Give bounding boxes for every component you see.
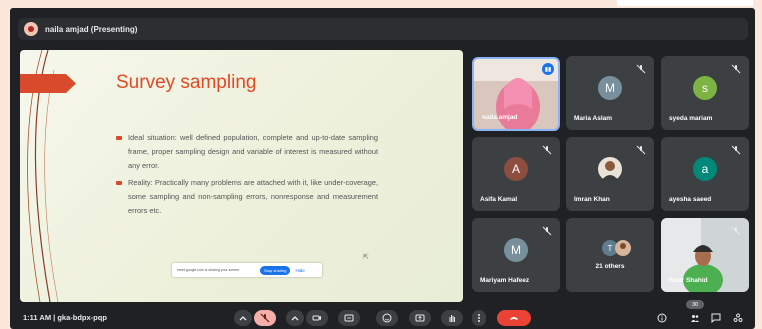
participant-avatar: A bbox=[504, 157, 528, 181]
emoji-reaction-button[interactable] bbox=[376, 310, 398, 326]
participant-name: naila amjad bbox=[482, 114, 518, 121]
mic-off-icon bbox=[731, 64, 741, 74]
participant-photo bbox=[598, 157, 622, 181]
mic-off-icon bbox=[260, 313, 270, 323]
participant-tile[interactable]: ▮▮ naila amjad bbox=[472, 57, 560, 131]
slide-bullet-list: Ideal situation: well defined population… bbox=[116, 131, 378, 221]
participant-name: Asifa Kamal bbox=[480, 196, 518, 203]
hand-icon bbox=[449, 315, 455, 322]
participant-name: Mariyam Hafeez bbox=[480, 277, 530, 284]
mic-off-icon bbox=[542, 145, 552, 155]
chevron-up-icon bbox=[291, 316, 299, 321]
others-count: 21 others bbox=[595, 263, 625, 270]
mic-off-icon bbox=[731, 226, 741, 236]
slide-title-arrow bbox=[20, 74, 76, 93]
emoji-icon bbox=[382, 313, 392, 323]
present-screen-button[interactable] bbox=[409, 310, 431, 326]
participant-tile[interactable]: Imran Khan bbox=[566, 137, 654, 211]
participant-tile[interactable]: s syeda mariam bbox=[661, 56, 749, 130]
chat-button[interactable] bbox=[710, 312, 722, 324]
slide-bullet: Reality: Practically many problems are a… bbox=[116, 176, 378, 218]
meet-window: naila amjad (Presenting) Survey sampling… bbox=[10, 8, 755, 329]
info-icon bbox=[657, 313, 667, 323]
people-button[interactable] bbox=[689, 312, 701, 324]
end-call-icon bbox=[510, 317, 518, 320]
audio-options-button[interactable] bbox=[234, 310, 252, 326]
participant-name: Noor Shahid bbox=[669, 277, 708, 284]
people-count-badge: 30 bbox=[686, 300, 704, 309]
leave-call-button[interactable] bbox=[497, 310, 531, 326]
activities-icon bbox=[733, 313, 743, 322]
raise-hand-button[interactable] bbox=[441, 310, 463, 326]
captions-icon bbox=[344, 314, 354, 322]
more-options-button[interactable] bbox=[472, 310, 486, 326]
camera-icon bbox=[312, 315, 321, 321]
others-tile[interactable]: T 21 others bbox=[566, 218, 654, 292]
hide-button[interactable]: Hide bbox=[295, 268, 304, 273]
sharing-notice: meet.google.com is sharing your screen. bbox=[177, 268, 241, 272]
people-icon bbox=[691, 315, 699, 322]
chat-icon bbox=[711, 313, 721, 323]
participant-name: syeda mariam bbox=[669, 115, 713, 122]
participant-tile[interactable]: a ayesha saeed bbox=[661, 137, 749, 211]
participant-tile[interactable]: M Maria Aslam bbox=[566, 56, 654, 130]
participant-name: Imran Khan bbox=[574, 196, 610, 203]
participant-avatar: a bbox=[693, 157, 717, 181]
mic-off-icon bbox=[636, 145, 646, 155]
mic-off-icon bbox=[542, 226, 552, 236]
participant-tile[interactable]: A Asifa Kamal bbox=[472, 137, 560, 211]
chevron-up-icon bbox=[239, 316, 247, 321]
mic-off-icon bbox=[636, 64, 646, 74]
shared-screen: Survey sampling Ideal situation: well de… bbox=[20, 50, 463, 302]
presenter-avatar bbox=[24, 22, 38, 36]
cursor-icon: ⇱ bbox=[363, 254, 369, 261]
screen-sharing-bar: meet.google.com is sharing your screen. … bbox=[172, 263, 322, 277]
video-options-button[interactable] bbox=[286, 310, 304, 326]
mic-toggle-button[interactable] bbox=[254, 310, 276, 326]
participant-name: Maria Aslam bbox=[574, 115, 613, 122]
slide-bullet: Ideal situation: well defined population… bbox=[116, 131, 378, 173]
presenter-bar: naila amjad (Presenting) bbox=[18, 18, 748, 40]
others-photo bbox=[615, 240, 631, 256]
participant-tile[interactable]: Noor Shahid bbox=[661, 218, 749, 292]
participant-avatar: s bbox=[693, 76, 717, 100]
meeting-info: 1:11 AM | gka-bdpx-pqp bbox=[23, 313, 107, 322]
presenter-label: naila amjad (Presenting) bbox=[45, 24, 138, 34]
bottom-toolbar: 1:11 AM | gka-bdpx-pqp 30 bbox=[10, 300, 755, 329]
participant-avatar: M bbox=[504, 238, 528, 262]
participant-name: ayesha saeed bbox=[669, 196, 712, 203]
present-icon bbox=[415, 314, 425, 322]
meeting-details-button[interactable] bbox=[656, 312, 668, 324]
more-vert-icon bbox=[478, 314, 480, 322]
top-edge-strip bbox=[617, 0, 753, 6]
camera-toggle-button[interactable] bbox=[306, 310, 328, 326]
participant-avatar: M bbox=[598, 76, 622, 100]
stop-sharing-button[interactable]: Stop sharing bbox=[260, 265, 291, 275]
mic-off-icon bbox=[731, 145, 741, 155]
slide-title: Survey sampling bbox=[116, 72, 257, 93]
activities-button[interactable] bbox=[732, 312, 744, 324]
speaking-indicator-icon: ▮▮ bbox=[542, 63, 554, 75]
participant-tile[interactable]: M Mariyam Hafeez bbox=[472, 218, 560, 292]
captions-button[interactable] bbox=[338, 310, 360, 326]
